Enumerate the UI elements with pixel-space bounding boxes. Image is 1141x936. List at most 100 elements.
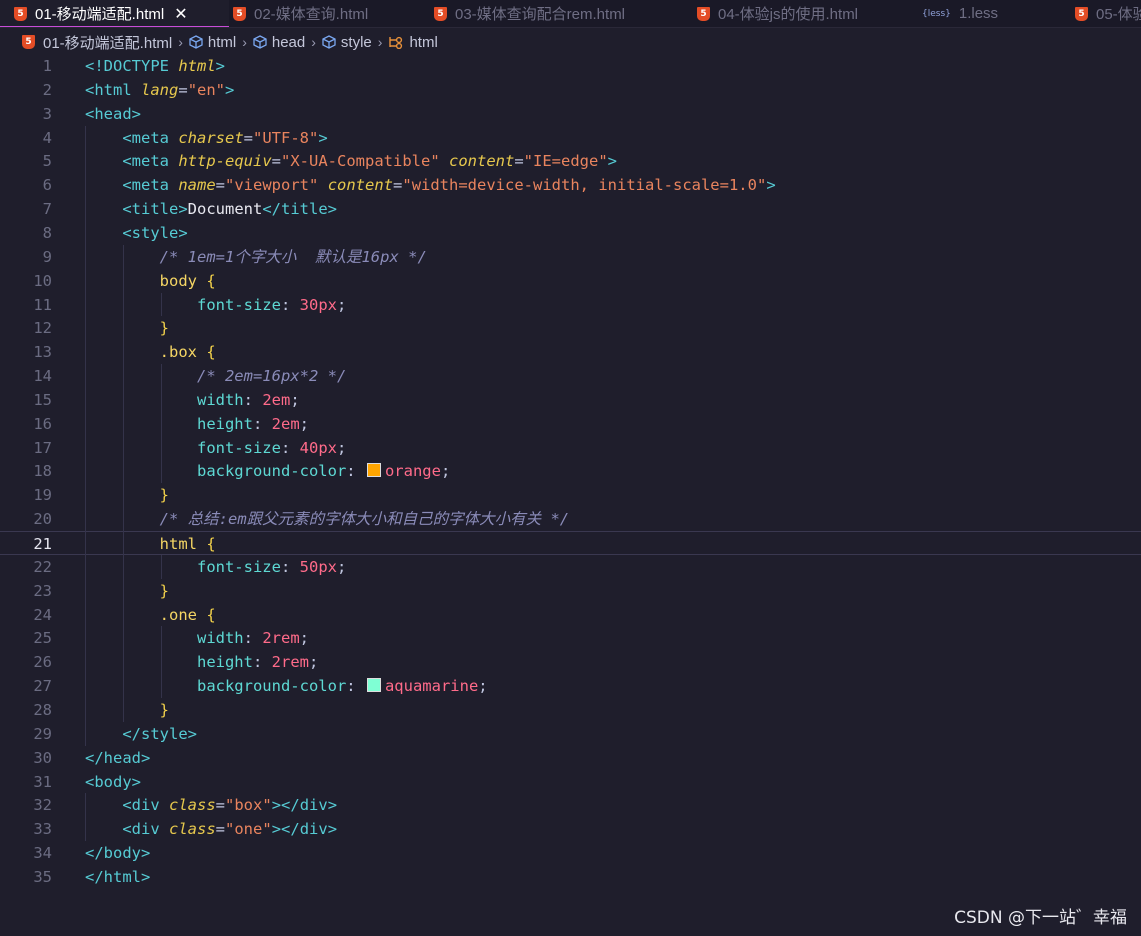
code-line[interactable]: 8 <style> — [0, 221, 1141, 245]
line-number: 26 — [33, 653, 52, 672]
code-line[interactable]: 20 /* 总结:em跟父元素的字体大小和自己的字体大小有关 */ — [0, 507, 1141, 531]
code-line[interactable]: 17 font-size: 40px; — [0, 436, 1141, 460]
breadcrumb-item-html[interactable]: html — [189, 34, 236, 51]
code-text: /* 总结:em跟父元素的字体大小和自己的字体大小有关 */ — [159, 510, 570, 529]
indent-guide — [85, 793, 86, 842]
code-text: width: 2em; — [196, 390, 300, 409]
code-line[interactable]: 13 .box { — [0, 340, 1141, 364]
line-number: 35 — [33, 867, 52, 886]
line-number: 23 — [33, 581, 52, 600]
code-text: <meta name="viewport" content="width=dev… — [122, 176, 776, 195]
code-line[interactable]: 14 /* 2em=16px*2 */ — [0, 364, 1141, 388]
code-text: font-size: 40px; — [196, 438, 347, 457]
line-number: 3 — [42, 104, 52, 123]
code-text: </body> — [85, 844, 151, 863]
breadcrumb-item-head[interactable]: head — [253, 34, 305, 51]
code-text: <body> — [85, 772, 142, 791]
code-line[interactable]: 35 </html> — [0, 865, 1141, 889]
code-line[interactable]: 21 html { — [0, 531, 1141, 555]
line-number: 7 — [42, 200, 52, 219]
close-icon[interactable]: ✕ — [174, 4, 187, 23]
line-number: 11 — [33, 295, 52, 314]
code-editor[interactable]: 1 <!DOCTYPE html> 2 <html lang="en"> 3 <head>… — [0, 54, 1141, 894]
code-line[interactable]: 4 <meta charset="UTF-8"> — [0, 126, 1141, 150]
breadcrumb-item-style[interactable]: style — [322, 34, 372, 51]
code-line[interactable]: 30 </head> — [0, 746, 1141, 770]
tab-05-experience[interactable]: 5 05-体验 — [1075, 0, 1141, 27]
html5-icon: 5 — [14, 6, 27, 21]
color-swatch[interactable] — [366, 678, 381, 693]
code-line[interactable]: 26 height: 2rem; — [0, 650, 1141, 674]
code-text: } — [159, 486, 169, 505]
code-text: <title>Document</title> — [122, 200, 337, 219]
code-text: </head> — [85, 748, 151, 767]
tab-label: 02-媒体查询.html — [254, 6, 369, 23]
line-number: 34 — [33, 844, 52, 863]
line-number: 5 — [42, 152, 52, 171]
code-line[interactable]: 1 <!DOCTYPE html> — [0, 54, 1141, 78]
html5-icon: 5 — [22, 35, 35, 49]
breadcrumb-item-html-selector[interactable]: html — [388, 34, 438, 51]
watermark: CSDN @下一站゛幸福 — [954, 908, 1127, 928]
breadcrumb-file[interactable]: 5 01-移动端适配.html — [22, 32, 172, 53]
tab-label: 05-体验 — [1096, 6, 1141, 23]
line-number: 30 — [33, 748, 52, 767]
code-line[interactable]: 6 <meta name="viewport" content="width=d… — [0, 173, 1141, 197]
code-line[interactable]: 16 height: 2em; — [0, 412, 1141, 436]
code-line[interactable]: 23 } — [0, 579, 1141, 603]
code-line[interactable]: 18 background-color: orange; — [0, 459, 1141, 483]
code-line[interactable]: 11 font-size: 30px; — [0, 293, 1141, 317]
line-number: 24 — [33, 605, 52, 624]
code-line[interactable]: 12 } — [0, 316, 1141, 340]
code-line[interactable]: 15 width: 2em; — [0, 388, 1141, 412]
indent-guide — [161, 364, 162, 484]
code-line[interactable]: 5 <meta http-equiv="X-UA-Compatible" con… — [0, 149, 1141, 173]
indent-guide — [123, 244, 124, 722]
code-text: <meta http-equiv="X-UA-Compatible" conte… — [122, 152, 618, 171]
tab-04-experience-js[interactable]: 5 04-体验js的使用.html — [697, 0, 858, 27]
code-line[interactable]: 24 .one { — [0, 603, 1141, 627]
tab-02-media-query[interactable]: 5 02-媒体查询.html — [233, 0, 368, 27]
code-text: </style> — [122, 724, 197, 743]
code-text: width: 2rem; — [196, 629, 309, 648]
line-number: 33 — [33, 820, 52, 839]
line-number: 14 — [33, 367, 52, 386]
breadcrumb-file-label: 01-移动端适配.html — [43, 34, 173, 52]
line-number: 12 — [33, 319, 52, 338]
code-line[interactable]: 22 font-size: 50px; — [0, 555, 1141, 579]
code-line[interactable]: 34 </body> — [0, 841, 1141, 865]
html5-icon: 5 — [697, 6, 710, 21]
line-number: 22 — [33, 557, 52, 576]
line-number: 18 — [33, 462, 52, 481]
code-line[interactable]: 27 background-color: aquamarine; — [0, 674, 1141, 698]
code-line[interactable]: 32 <div class="box"></div> — [0, 793, 1141, 817]
code-line[interactable]: 10 body { — [0, 269, 1141, 293]
code-line[interactable]: 9 /* 1em=1个字大小 默认是16px */ — [0, 245, 1141, 269]
line-number: 15 — [33, 390, 52, 409]
code-line[interactable]: 28 } — [0, 698, 1141, 722]
breadcrumb-item-label: style — [340, 33, 372, 51]
code-line[interactable]: 29 </style> — [0, 722, 1141, 746]
breadcrumb-item-label: html — [207, 33, 237, 51]
chevron-right-icon: › — [242, 34, 247, 50]
code-line[interactable]: 33 <div class="one"></div> — [0, 817, 1141, 841]
code-line[interactable]: 3 <head> — [0, 102, 1141, 126]
color-swatch[interactable] — [366, 463, 381, 478]
code-text: <div class="one"></div> — [122, 820, 338, 839]
code-line[interactable]: 7 <title>Document</title> — [0, 197, 1141, 221]
tab-1-less[interactable]: {less} 1.less — [922, 0, 998, 27]
code-text: /* 1em=1个字大小 默认是16px */ — [159, 247, 427, 266]
code-line[interactable]: 2 <html lang="en"> — [0, 78, 1141, 102]
cube-icon — [322, 35, 336, 49]
indent-guide — [161, 554, 162, 579]
code-line[interactable]: 31 <body> — [0, 770, 1141, 794]
tab-03-media-query-rem[interactable]: 5 03-媒体查询配合rem.html — [434, 0, 625, 27]
code-text: .box { — [159, 343, 216, 362]
code-text: <head> — [85, 104, 142, 123]
tab-label: 1.less — [958, 5, 999, 22]
code-text: html { — [159, 535, 216, 553]
tab-01-mobile-adaptation[interactable]: 5 01-移动端适配.html ✕ — [0, 0, 229, 27]
code-line[interactable]: 19 } — [0, 483, 1141, 507]
code-text: height: 2rem; — [196, 653, 319, 672]
code-line[interactable]: 25 width: 2rem; — [0, 626, 1141, 650]
